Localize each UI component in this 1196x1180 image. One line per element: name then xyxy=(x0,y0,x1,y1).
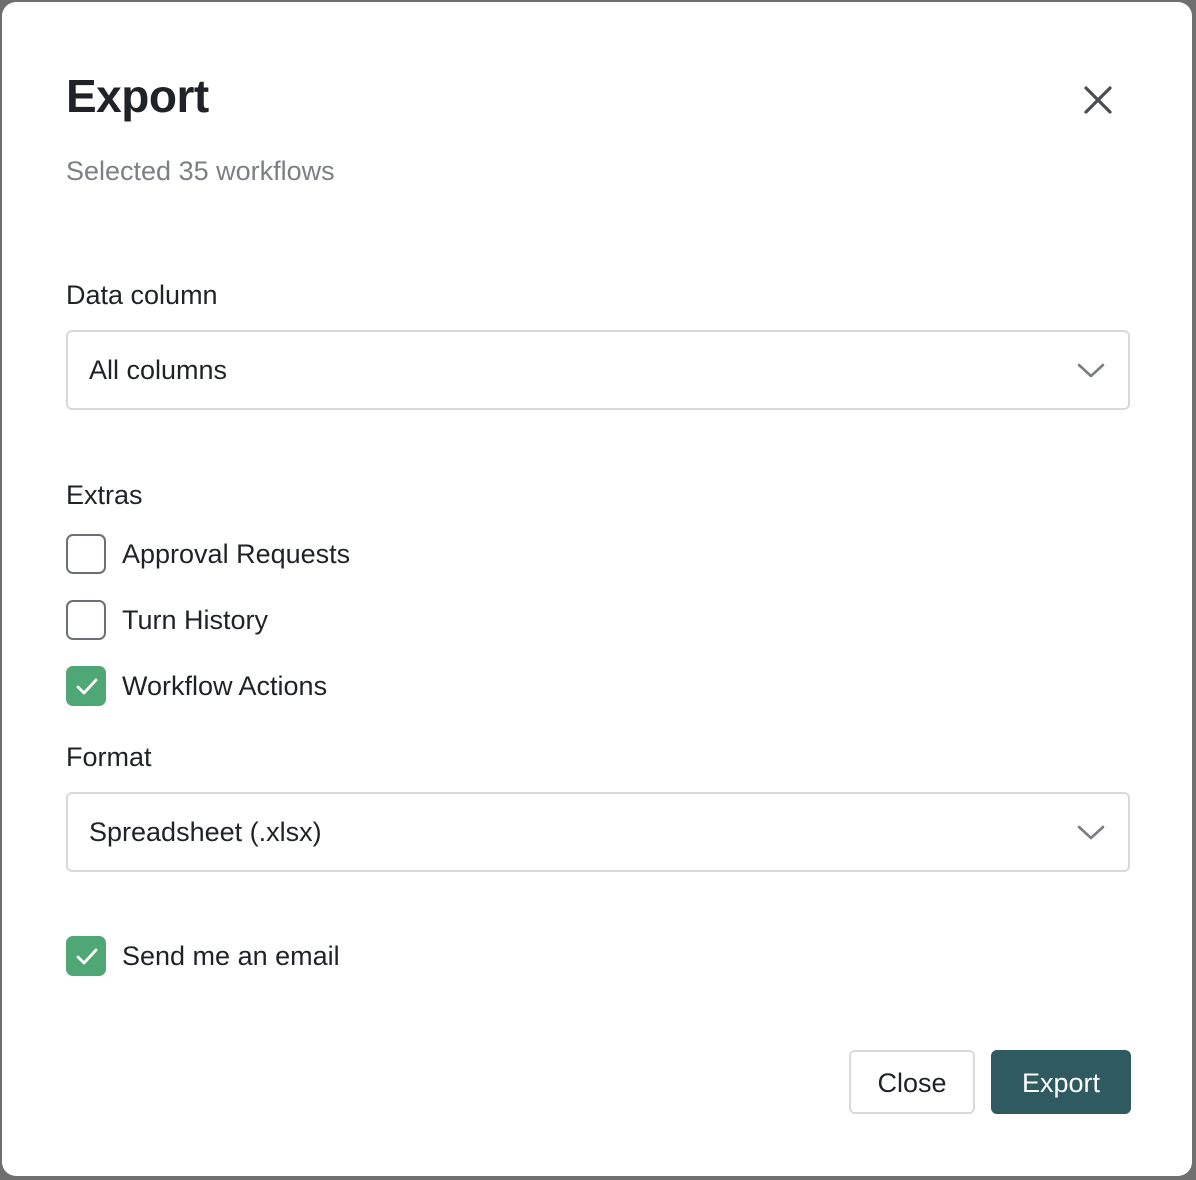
checkbox-box[interactable] xyxy=(66,600,106,640)
data-column-value: All columns xyxy=(89,355,228,385)
chevron-down-icon xyxy=(1076,358,1106,382)
dialog-title: Export xyxy=(66,70,209,122)
format-select[interactable]: Spreadsheet (.xlsx) xyxy=(66,792,1130,872)
format-label: Format xyxy=(66,742,152,772)
close-icon[interactable] xyxy=(1076,78,1120,122)
data-column-label: Data column xyxy=(66,280,218,310)
export-button[interactable]: Export xyxy=(991,1050,1131,1114)
data-column-select[interactable]: All columns xyxy=(66,330,1130,410)
close-button[interactable]: Close xyxy=(849,1050,975,1114)
checkbox-box-checked[interactable] xyxy=(66,936,106,976)
checkbox-box[interactable] xyxy=(66,534,106,574)
checkbox-label: Send me an email xyxy=(122,941,340,971)
checkbox-label: Approval Requests xyxy=(122,539,351,569)
format-value: Spreadsheet (.xlsx) xyxy=(89,817,322,847)
checkbox-label: Workflow Actions xyxy=(122,671,328,701)
export-dialog: Export Selected 35 workflows Data column… xyxy=(2,2,1192,1176)
extras-label: Extras xyxy=(66,480,143,510)
checkbox-box-checked[interactable] xyxy=(66,666,106,706)
dialog-subtitle: Selected 35 workflows xyxy=(66,156,335,186)
checkbox-label: Turn History xyxy=(122,605,269,635)
checkmark-icon xyxy=(76,948,98,965)
chevron-down-icon xyxy=(1076,820,1106,844)
checkmark-icon xyxy=(76,678,98,695)
